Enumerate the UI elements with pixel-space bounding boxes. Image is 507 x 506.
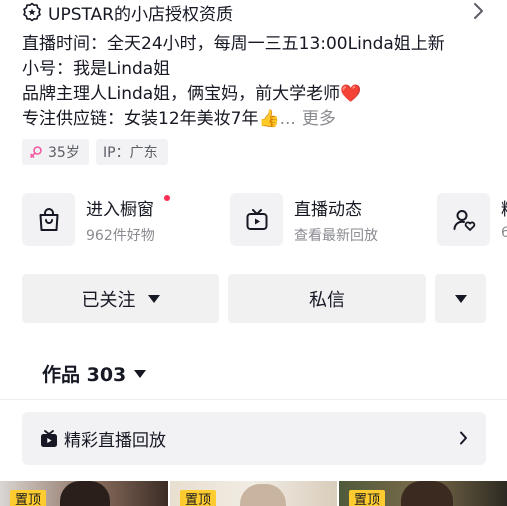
caret-down-icon [454, 294, 467, 303]
thumbnail-figure [60, 481, 110, 506]
store-authorization-row[interactable]: UPSTAR的小店授权资质 [22, 0, 492, 25]
live-replay-label: 精彩直播回放 [64, 431, 166, 451]
video-thumbnail[interactable]: 置顶 [0, 481, 168, 506]
fans-group-subtitle: 6 [501, 225, 507, 241]
ip-location-label: IP：广东 [103, 145, 158, 161]
user-heart-icon [453, 209, 475, 231]
fans-group-icon-tile [437, 193, 490, 246]
heart-emoji-icon: ❤️ [340, 84, 362, 104]
shopping-bag-icon [39, 207, 58, 231]
age-tag-label: 35岁 [48, 145, 80, 161]
shop-window-title: 进入橱窗 [86, 200, 154, 220]
shop-window-new-dot [164, 195, 170, 201]
live-updates-entry[interactable]: 直播动态 查看最新回放 [230, 193, 425, 246]
shop-window-icon-tile [22, 193, 75, 246]
pinned-badge: 置顶 [180, 490, 217, 506]
tab-divider [0, 399, 507, 400]
ip-location-tag: IP：广东 [96, 139, 168, 165]
live-updates-icon-tile [230, 193, 283, 246]
bio-line-live-time: 直播时间：全天24小时，每周一三五13:00Linda姐上新 [22, 34, 445, 54]
certified-badge-icon [23, 2, 41, 22]
tv-play-icon [246, 208, 267, 230]
live-replay-icon [41, 429, 57, 447]
shop-window-count: 962件好物 [86, 228, 155, 244]
thumbnail-figure [240, 484, 286, 506]
video-thumbnail[interactable]: 置顶 [170, 481, 337, 506]
live-updates-subtitle: 查看最新回放 [294, 228, 378, 244]
female-icon [30, 146, 42, 158]
message-button-label: 私信 [309, 289, 345, 311]
fans-group-title: 精 [501, 195, 507, 220]
following-button-label: 已关注 [81, 289, 136, 311]
works-tab-label: 作品 303 [42, 364, 127, 386]
chevron-right-icon [460, 431, 467, 445]
message-button[interactable]: 私信 [228, 274, 426, 323]
profile-bio: 直播时间：全天24小时，每周一三五13:00Linda姐上新 小号：我是Lind… [22, 32, 507, 132]
caret-down-icon [134, 369, 147, 378]
bio-line-owner: 品牌主理人Linda姐，俩宝妈，前大学老师❤️ [22, 82, 507, 107]
live-updates-title: 直播动态 [294, 200, 362, 220]
bio-line-alt-account: 小号：我是Linda姐 [22, 59, 171, 79]
more-options-button[interactable] [435, 274, 486, 323]
store-authorization-text: UPSTAR的小店授权资质 [48, 4, 233, 25]
shop-window-entry[interactable]: 进入橱窗 962件好物 [22, 193, 212, 246]
works-tab[interactable]: 作品 303 [42, 360, 147, 387]
video-thumbnail[interactable]: 置顶 [339, 481, 507, 506]
thumbs-up-emoji-icon: 👍 [258, 109, 280, 129]
bio-supply-text: 专注供应链：女装12年美妆7年 [22, 109, 259, 129]
chevron-right-icon [474, 3, 483, 19]
bio-owner-text: 品牌主理人Linda姐，俩宝妈，前大学老师 [22, 84, 341, 104]
bio-line-supply-chain: 专注供应链：女装12年美妆7年👍... 更多 [22, 107, 507, 132]
age-tag: 35岁 [22, 139, 89, 165]
following-button[interactable]: 已关注 [22, 274, 219, 323]
pinned-badge: 置顶 [349, 490, 386, 506]
live-replay-banner[interactable]: 精彩直播回放 [22, 412, 486, 465]
caret-down-icon [147, 294, 160, 303]
bio-ellipsis: ... [279, 109, 296, 129]
fans-group-entry[interactable]: 精 6 [437, 193, 507, 246]
thumbnail-figure [401, 481, 453, 506]
bio-more-link[interactable]: 更多 [302, 109, 336, 129]
pinned-badge: 置顶 [10, 490, 47, 506]
